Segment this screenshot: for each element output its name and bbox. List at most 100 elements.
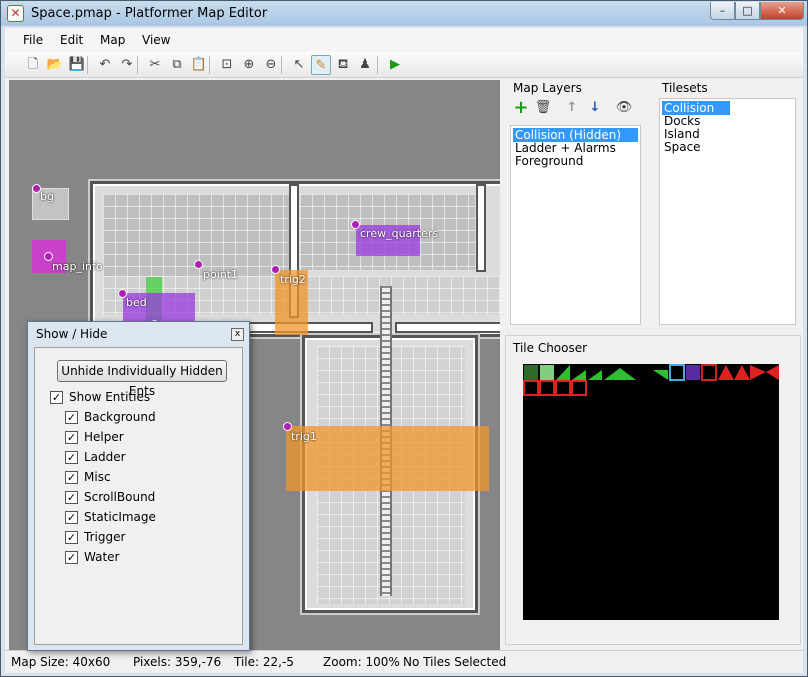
window-title: Space.pmap - Platformer Map Editor: [31, 6, 268, 21]
toolbar-separator: [87, 56, 88, 74]
show-hide-window[interactable]: Show / Hide x Unhide Individually Hidden…: [27, 321, 250, 651]
category-label: Trigger: [84, 530, 126, 544]
save-icon[interactable]: 💾: [67, 55, 87, 75]
open-folder-icon[interactable]: 📂: [45, 55, 65, 75]
checkbox-check-icon[interactable]: ✓: [65, 511, 78, 524]
status-selection: No Tiles Selected: [403, 655, 507, 669]
entity-point1[interactable]: [194, 260, 203, 269]
menu-bar: File Edit Map View: [5, 28, 803, 52]
menu-view[interactable]: View: [142, 33, 170, 47]
menu-map[interactable]: Map: [100, 33, 125, 47]
category-checkbox-staticimage[interactable]: ✓ StaticImage: [65, 510, 156, 526]
new-file-icon[interactable]: 🗋: [23, 55, 43, 75]
layer-item[interactable]: Ladder + Alarms: [513, 141, 616, 155]
checkbox-check-icon[interactable]: ✓: [65, 551, 78, 564]
entity-label-trig2: trig2: [280, 273, 306, 286]
add-layer-icon[interactable]: +: [511, 98, 531, 118]
copy-icon[interactable]: ⧉: [167, 55, 187, 75]
close-button[interactable]: ✕: [760, 2, 804, 20]
category-label: Misc: [84, 470, 111, 484]
play-icon[interactable]: ▶: [385, 55, 405, 75]
entity-label-point1: point1: [203, 268, 239, 281]
category-label: Ladder: [84, 450, 126, 464]
zoom-out-icon[interactable]: ⊖: [261, 55, 281, 75]
checkbox-check-icon[interactable]: ✓: [65, 531, 78, 544]
title-bar[interactable]: ✕ Space.pmap - Platformer Map Editor – □…: [1, 1, 807, 26]
cut-icon[interactable]: ✂: [145, 55, 165, 75]
map-layers-list[interactable]: Collision (Hidden) Ladder + Alarms Foreg…: [510, 125, 641, 325]
status-tile: Tile: 22,-5: [234, 655, 294, 669]
layer-visibility-icon[interactable]: 👁: [614, 98, 634, 118]
maximize-button[interactable]: □: [735, 2, 760, 20]
app-window: ✕ Space.pmap - Platformer Map Editor – □…: [0, 0, 808, 677]
menu-edit[interactable]: Edit: [60, 33, 83, 47]
tileset-item[interactable]: Collision: [662, 101, 730, 115]
pencil-icon[interactable]: ✎: [311, 55, 331, 75]
entity-label-map-info: map_info: [52, 260, 103, 273]
category-label: Water: [84, 550, 120, 564]
entity-label-bed: bed: [126, 296, 147, 309]
category-label: Helper: [84, 430, 124, 444]
entity-label-bg: bg: [40, 190, 54, 203]
status-pixels: Pixels: 359,-76: [133, 655, 222, 669]
map-layers-title: Map Layers: [513, 81, 582, 95]
category-checkbox-trigger[interactable]: ✓ Trigger: [65, 530, 125, 546]
tile-chooser-canvas[interactable]: [523, 364, 779, 620]
category-checkbox-helper[interactable]: ✓ Helper: [65, 430, 124, 446]
map-floor: [397, 324, 500, 331]
checkbox-check-icon[interactable]: ✓: [65, 491, 78, 504]
paste-icon[interactable]: 📋: [189, 55, 209, 75]
category-label: Background: [84, 410, 156, 424]
status-zoom: Zoom: 100%: [323, 655, 400, 669]
tile-chooser-title: Tile Chooser: [513, 341, 588, 355]
toolbar-separator: [377, 56, 378, 74]
tile-palette: [523, 364, 779, 396]
category-checkbox-water[interactable]: ✓ Water: [65, 550, 119, 566]
layer-item[interactable]: Collision (Hidden): [513, 128, 638, 142]
category-checkbox-background[interactable]: ✓ Background: [65, 410, 156, 426]
entity-handle[interactable]: [351, 220, 360, 229]
show-entities-label: Show Entities: [69, 390, 151, 404]
status-bar: Map Size: 40x60 Pixels: 359,-76 Tile: 22…: [5, 650, 803, 672]
checkbox-check-icon[interactable]: ✓: [50, 391, 63, 404]
category-checkbox-scrollbound[interactable]: ✓ ScrollBound: [65, 490, 155, 506]
move-layer-down-icon[interactable]: ↓: [585, 98, 605, 118]
undo-icon[interactable]: ↶: [95, 55, 115, 75]
category-label: StaticImage: [84, 510, 156, 524]
toolbar-separator: [137, 56, 138, 74]
menu-file[interactable]: File: [23, 33, 43, 47]
checkbox-check-icon[interactable]: ✓: [65, 411, 78, 424]
tileset-item[interactable]: Island: [662, 127, 700, 141]
map-wall: [478, 186, 484, 270]
zoom-in-icon[interactable]: ⊕: [239, 55, 259, 75]
tilesets-list[interactable]: Collision Docks Island Space: [659, 98, 796, 325]
toolbar: 🗋 📂 💾 ↶ ↷ ✂ ⧉ 📋 ⊡ ⊕ ⊖ ↖ ✎ ⛾ ♟ ▶: [5, 52, 803, 78]
entity-label-trig1: trig1: [291, 430, 317, 443]
show-hide-close-icon[interactable]: x: [231, 328, 244, 341]
move-layer-up-icon[interactable]: ↑: [562, 98, 582, 118]
select-pointer-icon[interactable]: ↖: [289, 55, 309, 75]
entity-tool-icon[interactable]: ♟: [355, 55, 375, 75]
category-checkbox-misc[interactable]: ✓ Misc: [65, 470, 111, 486]
show-entities-checkbox[interactable]: ✓ Show Entities: [50, 390, 150, 406]
category-label: ScrollBound: [84, 490, 156, 504]
tileset-item[interactable]: Space: [662, 140, 701, 154]
show-hide-body: Unhide Individually Hidden Ents ✓ Show En…: [34, 347, 243, 645]
show-hide-title: Show / Hide: [36, 327, 108, 341]
checkbox-check-icon[interactable]: ✓: [65, 431, 78, 444]
app-icon: ✕: [7, 5, 24, 22]
delete-layer-icon[interactable]: 🗑: [533, 98, 553, 118]
redo-icon[interactable]: ↷: [117, 55, 137, 75]
unhide-hidden-ents-button[interactable]: Unhide Individually Hidden Ents: [57, 360, 227, 398]
zoom-fit-icon[interactable]: ⊡: [217, 55, 237, 75]
fill-bucket-icon[interactable]: ⛾: [333, 55, 353, 75]
entity-handle[interactable]: [271, 265, 280, 274]
checkbox-check-icon[interactable]: ✓: [65, 471, 78, 484]
category-checkbox-ladder[interactable]: ✓ Ladder: [65, 450, 126, 466]
entity-label-crew-quarters: crew_quarters: [360, 227, 439, 240]
checkbox-check-icon[interactable]: ✓: [65, 451, 78, 464]
tileset-item[interactable]: Docks: [662, 114, 700, 128]
minimize-button[interactable]: –: [710, 2, 735, 20]
layer-item[interactable]: Foreground: [513, 154, 583, 168]
tilesets-title: Tilesets: [662, 81, 708, 95]
